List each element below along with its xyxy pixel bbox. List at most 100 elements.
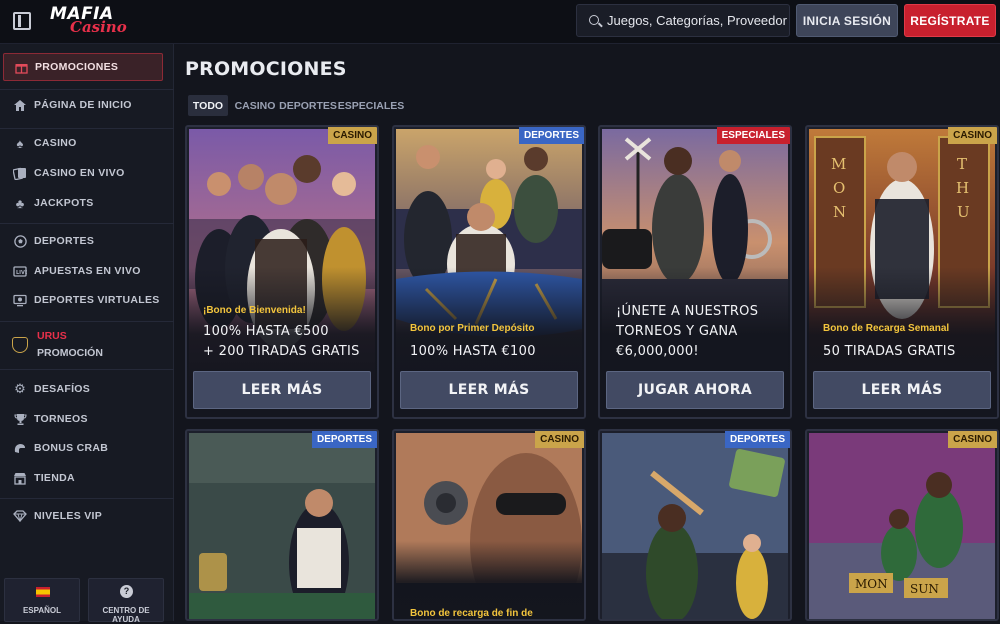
soccer-ball-icon bbox=[13, 234, 27, 248]
sidebar-label: CASINO EN VIVO bbox=[34, 167, 125, 179]
sidebar-item-casino[interactable]: ♠ CASINO bbox=[0, 130, 174, 156]
spade-icon: ♠ bbox=[16, 135, 24, 151]
play-now-button[interactable]: JUGAR AHORA bbox=[606, 371, 784, 409]
svg-text:SUN: SUN bbox=[910, 582, 939, 596]
sidebar-label: DESAFÍOS bbox=[34, 383, 91, 395]
gear-icon: ⚙ bbox=[14, 381, 26, 396]
promo-headline-line1: 50 TIRADAS GRATIS bbox=[823, 344, 956, 359]
sidebar-item-tienda[interactable]: TIENDA bbox=[0, 465, 174, 491]
sidebar-item-apuestas-vivo[interactable]: LIVE APUESTAS EN VIVO bbox=[0, 258, 174, 284]
category-badge: DEPORTES bbox=[311, 431, 377, 448]
live-cards-icon bbox=[13, 166, 27, 180]
promo-card[interactable]: MON SUN CASINO bbox=[805, 429, 999, 621]
promo-card[interactable]: ESPECIALES ¡ÚNETE A NUESTROS TORNEOS Y G… bbox=[598, 125, 792, 419]
crab-claw-icon bbox=[13, 441, 27, 455]
sidebar-label: PROMOCIONES bbox=[35, 61, 119, 73]
promo-card[interactable]: M O N T H U CASINO Bono de Recarga Seman… bbox=[805, 125, 999, 419]
sidebar-label: TIENDA bbox=[34, 472, 75, 484]
login-button[interactable]: INICIA SESIÓN bbox=[796, 4, 898, 37]
svg-text:T: T bbox=[957, 155, 967, 173]
live-tv-icon: LIVE bbox=[13, 264, 27, 278]
promo-subtitle: ¡Bono de Bienvenida! bbox=[203, 305, 306, 316]
sidebar-divider bbox=[0, 223, 174, 224]
language-label: ESPAÑOL bbox=[22, 606, 62, 615]
promocion-label: PROMOCIÓN bbox=[37, 347, 103, 359]
diamond-icon bbox=[13, 509, 27, 523]
sidebar-toggle-icon[interactable] bbox=[13, 12, 31, 30]
promo-card[interactable]: DEPORTES bbox=[598, 429, 792, 621]
category-badge: DEPORTES bbox=[724, 431, 790, 448]
sidebar-divider bbox=[0, 369, 174, 370]
search-input[interactable] bbox=[607, 5, 787, 36]
promo-headline-line2: TORNEOS Y GANA bbox=[616, 324, 738, 339]
svg-text:M: M bbox=[831, 155, 846, 173]
sidebar-item-promociones[interactable]: PROMOCIONES bbox=[3, 53, 163, 81]
search-box[interactable] bbox=[576, 4, 790, 37]
category-badge: CASINO bbox=[328, 127, 377, 144]
promo-headline-line3: €6,000,000! bbox=[616, 344, 699, 359]
trophy-icon bbox=[13, 412, 27, 426]
promo-illustration bbox=[602, 433, 788, 619]
promo-card[interactable]: CASINO Bono de recarga de fin de bbox=[392, 429, 586, 621]
sidebar-label: BONUS CRAB bbox=[34, 442, 109, 454]
sidebar-divider bbox=[0, 89, 174, 90]
home-icon bbox=[13, 98, 27, 112]
sidebar-item-deportes[interactable]: DEPORTES bbox=[0, 228, 174, 254]
logo-script-text: Casino bbox=[70, 18, 127, 36]
svg-text:LIVE: LIVE bbox=[16, 270, 27, 276]
promo-headline-line2: + 200 TIRADAS GRATIS bbox=[203, 344, 360, 359]
promo-headline-line1: ¡ÚNETE A NUESTROS bbox=[616, 304, 759, 319]
sidebar-item-bonus-crab[interactable]: BONUS CRAB bbox=[0, 435, 174, 461]
help-center-button[interactable]: ? CENTRO DE AYUDA bbox=[88, 578, 164, 624]
site-logo[interactable]: MAFIA Casino bbox=[50, 4, 130, 38]
promo-illustration bbox=[189, 433, 375, 619]
tab-todo[interactable]: TODO bbox=[188, 95, 228, 116]
promo-subtitle: Bono por Primer Depósito bbox=[410, 323, 535, 334]
search-icon bbox=[589, 15, 599, 25]
sidebar-item-deportes-virtuales[interactable]: DEPORTES VIRTUALES bbox=[0, 287, 174, 313]
sidebar-item-casino-vivo[interactable]: CASINO EN VIVO bbox=[0, 160, 174, 186]
sidebar-divider bbox=[0, 321, 174, 322]
category-badge: CASINO bbox=[535, 431, 584, 448]
sidebar-item-desafios[interactable]: ⚙ DESAFÍOS bbox=[0, 376, 174, 402]
svg-text:N: N bbox=[833, 203, 846, 221]
register-button[interactable]: REGÍSTRATE bbox=[904, 4, 996, 37]
promo-headline-line1: 100% HASTA €500 bbox=[203, 324, 329, 339]
top-header: MAFIA Casino INICIA SESIÓN REGÍSTRATE bbox=[0, 0, 1000, 44]
sidebar: PROMOCIONES PÁGINA DE INICIO ♠ CASINO CA… bbox=[0, 44, 174, 624]
tab-casino[interactable]: CASINO bbox=[232, 95, 278, 116]
read-more-button[interactable]: LEER MÁS bbox=[813, 371, 991, 409]
read-more-button[interactable]: LEER MÁS bbox=[193, 371, 371, 409]
main-content: PROMOCIONES TODO CASINO DEPORTES ESPECIA… bbox=[174, 44, 1000, 621]
sidebar-item-inicio[interactable]: PÁGINA DE INICIO bbox=[0, 92, 174, 118]
language-selector[interactable]: ESPAÑOL bbox=[4, 578, 80, 622]
promo-subtitle: Bono de recarga de fin de bbox=[410, 608, 533, 619]
promo-card[interactable]: DEPORTES Bono por Primer Depósito 100% H… bbox=[392, 125, 586, 419]
tab-especiales[interactable]: ESPECIALES bbox=[338, 95, 405, 116]
store-icon bbox=[13, 471, 27, 485]
sidebar-label: NIVELES VIP bbox=[34, 510, 103, 522]
spain-flag-icon bbox=[36, 587, 50, 597]
tab-deportes[interactable]: DEPORTES bbox=[279, 95, 337, 116]
gift-icon bbox=[14, 60, 28, 74]
monitor-icon bbox=[13, 293, 27, 307]
sidebar-label: TORNEOS bbox=[34, 413, 88, 425]
promo-subtitle: Bono de Recarga Semanal bbox=[823, 323, 950, 334]
category-badge: CASINO bbox=[948, 127, 997, 144]
read-more-button[interactable]: LEER MÁS bbox=[400, 371, 578, 409]
promo-card[interactable]: DEPORTES bbox=[185, 429, 379, 621]
promo-illustration: MON SUN bbox=[809, 433, 995, 619]
sidebar-item-niveles-vip[interactable]: NIVELES VIP bbox=[0, 503, 174, 529]
sidebar-item-jackpots[interactable]: ♣ JACKPOTS bbox=[0, 190, 174, 216]
sidebar-divider bbox=[0, 128, 174, 129]
page-title: PROMOCIONES bbox=[185, 58, 347, 80]
sidebar-label: PÁGINA DE INICIO bbox=[34, 99, 132, 111]
urus-label: URUS bbox=[37, 330, 67, 342]
sidebar-item-torneos[interactable]: TORNEOS bbox=[0, 406, 174, 432]
svg-text:O: O bbox=[833, 179, 845, 197]
svg-text:H: H bbox=[956, 179, 969, 197]
svg-text:MON: MON bbox=[855, 577, 888, 591]
sidebar-divider bbox=[0, 498, 174, 499]
promo-card[interactable]: CASINO ¡Bono de Bienvenida! 100% HASTA €… bbox=[185, 125, 379, 419]
sidebar-label: DEPORTES VIRTUALES bbox=[34, 294, 160, 306]
